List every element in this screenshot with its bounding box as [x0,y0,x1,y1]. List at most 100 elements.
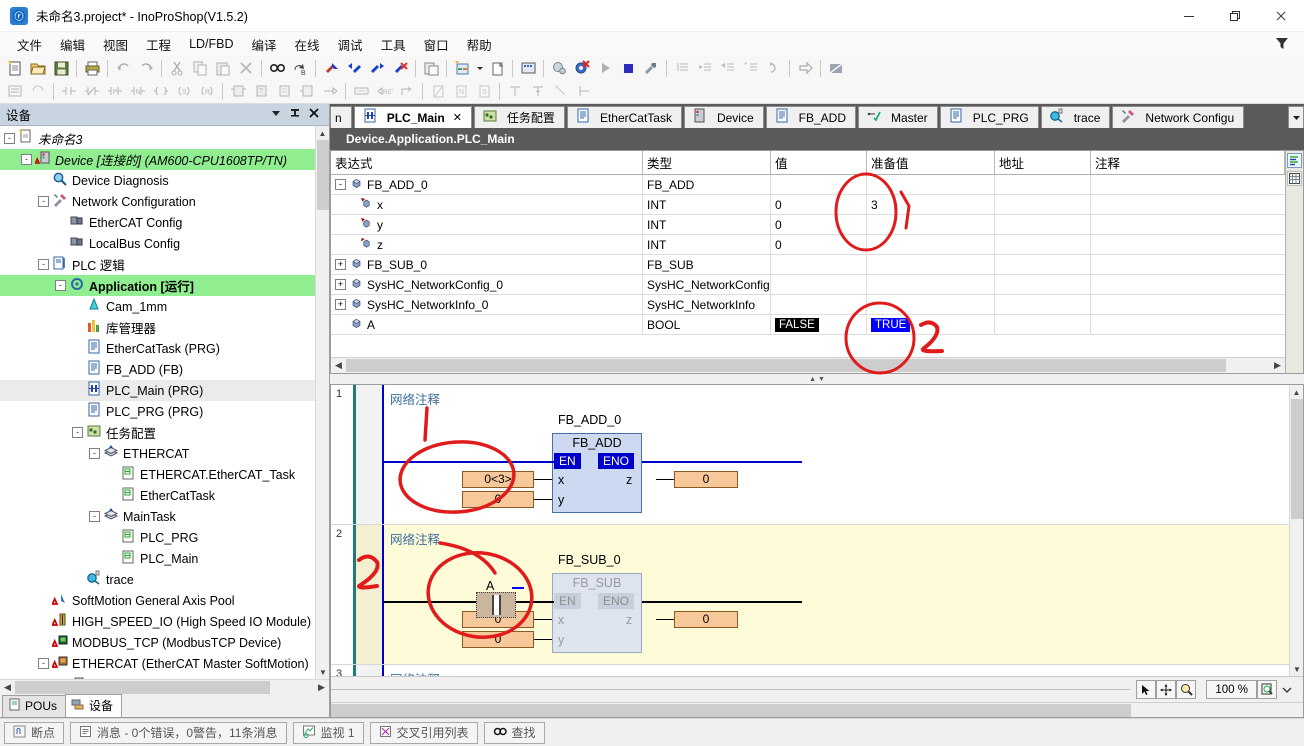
box-with-en-icon[interactable]: ? [250,81,272,102]
cell-prepared-value[interactable] [867,215,995,234]
set-icon[interactable]: S [473,81,495,102]
cell-expression[interactable]: A [331,315,643,334]
status-watch[interactable]: 监视 1 [292,721,364,744]
menu-item-online[interactable]: 在线 [286,32,329,57]
scroll-thumb[interactable] [317,140,329,210]
print-icon[interactable] [81,58,103,79]
chevron-down-icon[interactable] [1277,680,1297,699]
tree-item-plc[interactable]: - PLC 逻辑 [0,254,315,275]
contact-symbol[interactable] [476,592,516,618]
cell-prepared-value[interactable]: 3 [867,195,995,214]
cut-icon[interactable] [166,58,188,79]
editor-tab-master[interactable]: Master [858,106,938,128]
scroll-thumb[interactable] [15,681,270,694]
cell-address[interactable] [995,235,1091,254]
scroll-thumb[interactable] [331,704,1131,717]
column-header-type[interactable]: 类型 [643,151,771,174]
cell-value[interactable]: 0 [771,195,867,214]
fbd-vertical-scrollbar[interactable]: ▲ ▼ [1289,385,1303,676]
set-next-statement-icon[interactable] [763,58,785,79]
pan-icon[interactable] [1156,680,1177,699]
scroll-down-arrow[interactable]: ▼ [1290,662,1303,676]
splitter-down-icon[interactable]: ▼ [818,376,825,383]
output-value-z[interactable]: 0 [674,611,738,628]
declaration-view-icon[interactable] [1287,153,1302,168]
cell-expression[interactable]: + FB_SUB_0 [331,255,643,274]
table-view-icon[interactable] [1287,171,1302,186]
cell-type[interactable]: INT [643,195,771,214]
editor-tab-fb_add[interactable]: FB_ADD [765,106,856,128]
scroll-thumb[interactable] [1291,399,1303,519]
tab-devices[interactable]: 设备 [65,694,123,717]
zoom-picker-icon[interactable] [1257,680,1277,699]
editor-tab-plc_prg[interactable]: PLC_PRG [939,106,1039,128]
watch-row[interactable]: y INT 0 [331,215,1285,235]
cell-type[interactable]: FB_SUB [643,255,771,274]
tree-expander[interactable]: - [72,427,83,438]
menu-item-build[interactable]: 编译 [243,32,286,57]
step-into-icon[interactable] [694,58,716,79]
scroll-thumb[interactable] [346,359,1226,372]
splitter-up-icon[interactable]: ▲ [809,376,816,383]
bookmark-next-icon[interactable] [343,58,365,79]
watch-row[interactable]: + SysHC_NetworkConfig_0 SysHC_NetworkConfi… [331,275,1285,295]
pin-icon[interactable] [290,108,300,122]
network-body[interactable]: 网络注释 FB_SUB_0 FB_SUB EN ENO x y z 0 0 0 A [384,525,1303,664]
menu-item-edit[interactable]: 编辑 [51,32,94,57]
tree-item-localbus-config[interactable]: LocalBus Config [0,233,315,254]
cell-expression[interactable]: z [331,235,643,254]
bookmark-prev-icon[interactable] [366,58,388,79]
editor-tab-plc_main[interactable]: PLC_Main ✕ [353,106,472,128]
tree-expander[interactable]: - [21,154,32,165]
cell-comment[interactable] [1091,315,1285,334]
fbd-network[interactable]: 2 网络注释 FB_SUB_0 FB_SUB EN ENO x y z 0 0 0 A [331,525,1303,665]
menu-item-window[interactable]: 窗口 [415,32,458,57]
coil-icon[interactable] [150,81,172,102]
cell-prepared-value[interactable] [867,235,995,254]
box-icon[interactable] [227,81,249,102]
watch-horizontal-scrollbar[interactable]: ◀ ▶ [331,357,1285,373]
minimize-button[interactable] [1166,0,1212,32]
cell-value[interactable] [771,175,867,194]
cell-prepared-value[interactable] [867,295,995,314]
tree-expander[interactable]: - [55,280,66,291]
tree-item-high_speed_io-high-speed-io-module[interactable]: HIGH_SPEED_IO (High Speed IO Module) [0,611,315,632]
chevron-down-icon[interactable] [271,108,281,121]
tree-item-[interactable]: - 任务配置 [0,422,315,443]
copy-icon[interactable] [189,58,211,79]
scroll-right-arrow[interactable]: ▶ [314,682,329,693]
box-call-icon[interactable] [296,81,318,102]
cell-type[interactable]: INT [643,215,771,234]
step-over-icon[interactable] [671,58,693,79]
new-icon[interactable] [4,58,26,79]
tree-item-modbus_tcp-modbustcp-device[interactable]: MODBUS_TCP (ModbusTCP Device) [0,632,315,653]
editor-tab-device[interactable]: Device [683,106,764,128]
filter-icon[interactable] [1274,35,1290,51]
scroll-left-arrow[interactable]: ◀ [331,360,346,371]
redo-icon[interactable] [135,58,157,79]
menu-item-help[interactable]: 帮助 [458,32,501,57]
delete-icon[interactable] [235,58,257,79]
tree-item-cam_1mm[interactable]: Cam_1mm [0,296,315,317]
watch-table-body[interactable]: 表达式 类型值准备值 地址 注释 - FB_ADD_0 FB_ADD x INT 0 3 y INT 0 z… [331,151,1285,373]
tree-item-ethercattask-prg[interactable]: EtherCatTask (PRG) [0,338,315,359]
scroll-left-arrow[interactable]: ◀ [0,682,15,693]
run-icon[interactable] [594,58,616,79]
build-dropdown-icon[interactable] [474,58,485,79]
paste-icon[interactable] [212,58,234,79]
paste-special-icon[interactable] [420,58,442,79]
watch-row[interactable]: + SysHC_NetworkInfo_0 SysHC_NetworkInfo [331,295,1285,315]
cell-value[interactable]: FALSE [771,315,867,334]
save-icon[interactable] [50,58,72,79]
return-icon[interactable]: RET [373,81,395,102]
cell-expression[interactable]: - FB_ADD_0 [331,175,643,194]
scroll-track[interactable] [346,359,1270,372]
coil-reset-icon[interactable]: R [196,81,218,102]
insert-network-below-icon[interactable] [27,81,49,102]
cell-comment[interactable] [1091,235,1285,254]
editor-tab-n[interactable]: n [330,106,352,128]
input-value-y[interactable]: 0 [462,631,534,648]
zoom-level[interactable]: 100 % [1206,680,1257,699]
scroll-right-arrow[interactable]: ▶ [1270,360,1285,371]
cell-prepared-value[interactable] [867,175,995,194]
